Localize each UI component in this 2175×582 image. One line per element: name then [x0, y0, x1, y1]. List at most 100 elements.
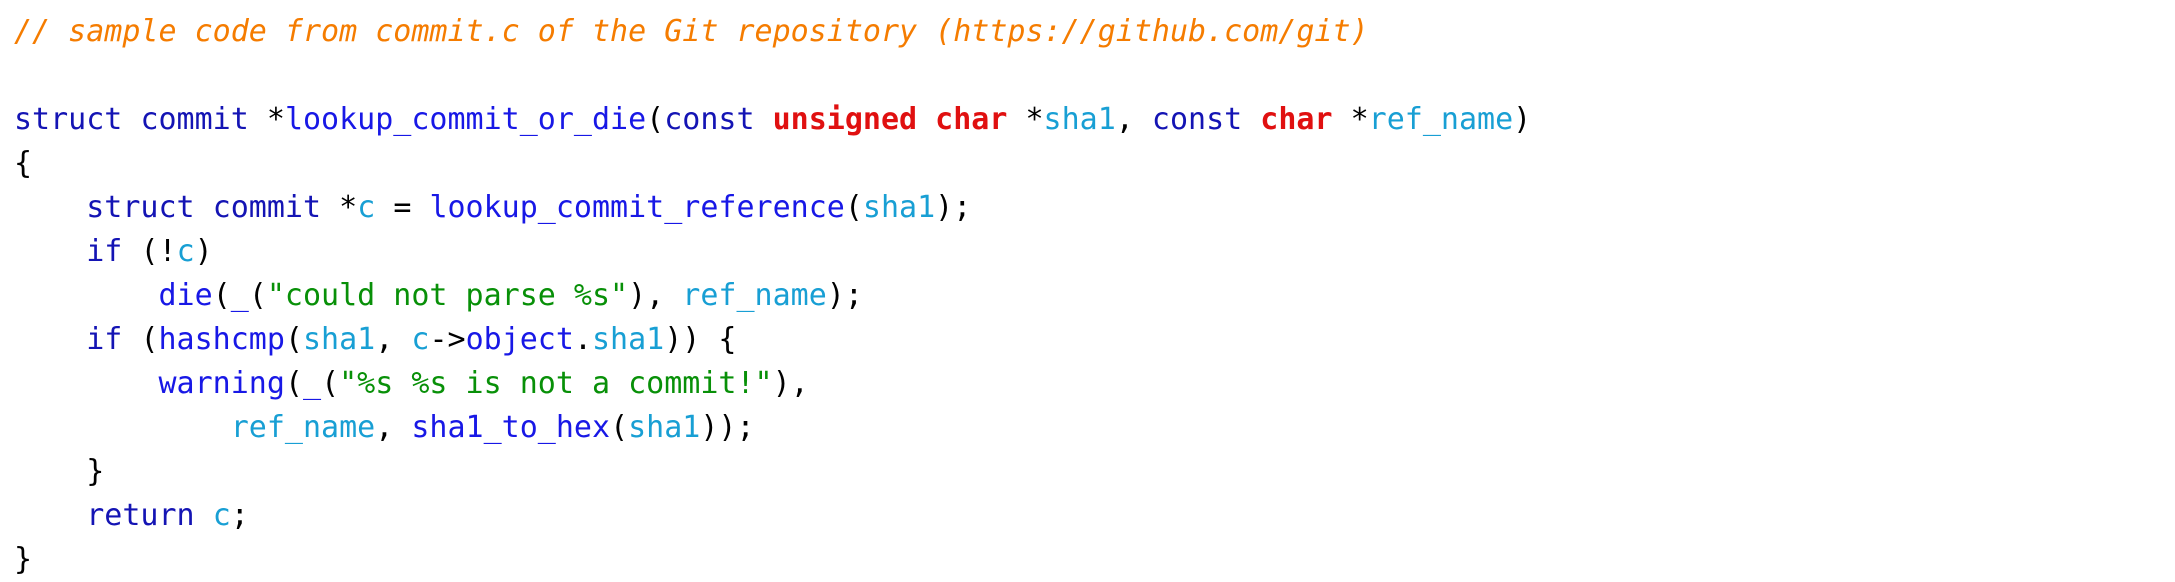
code-token-func: _ [230, 278, 249, 313]
code-token-punct: } [14, 542, 33, 577]
code-token-var: sha1 [628, 410, 701, 445]
code-token-punct: * [1350, 102, 1369, 137]
code-token-punct: ) [1513, 102, 1532, 137]
code-line: if (hashcmp(sha1, c->object.sha1)) { [14, 318, 2175, 362]
code-line: } [14, 538, 2175, 582]
code-line: struct commit *c = lookup_commit_referen… [14, 186, 2175, 230]
code-token-var: sha1 [1043, 102, 1116, 137]
code-token-type: char [1260, 102, 1333, 137]
code-token-punct: ; [230, 498, 249, 533]
code-block[interactable]: // sample code from commit.c of the Git … [0, 0, 2175, 582]
code-token-var: c [411, 322, 430, 357]
code-token-keyword: commit [212, 190, 322, 225]
code-line: } [14, 450, 2175, 494]
code-token-func: warning [158, 366, 285, 401]
code-token-punct: . [573, 322, 592, 357]
code-token-punct: { [14, 146, 33, 181]
code-token-punct: ( [140, 322, 159, 357]
code-token-type: unsigned char [772, 102, 1008, 137]
code-token-keyword: const [1151, 102, 1243, 137]
code-token-punct: ( [610, 410, 629, 445]
code-token-punct: } [86, 454, 105, 489]
code-token-punct: ( [646, 102, 665, 137]
code-token-punct: ); [935, 190, 972, 225]
code-token-var: ref_name [682, 278, 827, 313]
code-token-punct: * [266, 102, 285, 137]
code-token-punct: ( [284, 366, 303, 401]
code-line: return c; [14, 494, 2175, 538]
code-token-punct: * [1025, 102, 1044, 137]
code-token-keyword: struct [14, 102, 123, 137]
code-token-var: c [357, 190, 376, 225]
code-token-var: c [176, 234, 195, 269]
code-token-punct: , [1115, 102, 1134, 137]
code-token-punct: (! [140, 234, 177, 269]
code-token-punct: ( [212, 278, 231, 313]
code-token-func: _ [303, 366, 322, 401]
code-token-func: sha1_to_hex [411, 410, 611, 445]
code-token-var: sha1 [303, 322, 376, 357]
code-token-var: ref_name [1368, 102, 1514, 137]
code-token-keyword: if [86, 234, 123, 269]
code-token-func: lookup_commit_reference [429, 190, 845, 225]
code-token-punct: ), [628, 278, 665, 313]
code-token-punct: -> [429, 322, 466, 357]
code-token-keyword: if [86, 322, 123, 357]
code-token-punct: , [375, 410, 394, 445]
code-token-punct: ) [194, 234, 213, 269]
code-line: ref_name, sha1_to_hex(sha1)); [14, 406, 2175, 450]
code-token-punct: , [375, 322, 394, 357]
code-token-var: c [212, 498, 231, 533]
code-token-punct: ( [284, 322, 303, 357]
code-token-func: die [158, 278, 213, 313]
code-token-func: object [465, 322, 574, 357]
code-token-punct: )) { [664, 322, 737, 357]
code-token-punct: )); [700, 410, 755, 445]
code-token-punct: * [339, 190, 358, 225]
code-token-keyword: const [664, 102, 755, 137]
code-line: warning(_("%s %s is not a commit!"), [14, 362, 2175, 406]
code-token-punct: ), [772, 366, 809, 401]
code-line: struct commit *lookup_commit_or_die(cons… [14, 98, 2175, 142]
code-token-punct: ( [321, 366, 340, 401]
code-token-punct: = [393, 190, 412, 225]
code-token-punct: ( [248, 278, 267, 313]
code-token-string: "%s %s is not a commit!" [339, 366, 773, 401]
code-token-comment: // sample code from commit.c of the Git … [14, 14, 1369, 49]
code-line: die(_("could not parse %s"), ref_name); [14, 274, 2175, 318]
code-token-keyword: return [86, 498, 195, 533]
code-line: // sample code from commit.c of the Git … [14, 10, 2175, 54]
code-token-keyword: commit [140, 102, 249, 137]
code-token-string: "could not parse %s" [266, 278, 629, 313]
code-token-punct: ( [844, 190, 863, 225]
code-token-var: ref_name [230, 410, 376, 445]
code-token-var: sha1 [862, 190, 936, 225]
code-token-punct: ); [826, 278, 863, 313]
code-line: if (!c) [14, 230, 2175, 274]
code-token-var: sha1 [592, 322, 665, 357]
code-token-func: lookup_commit_or_die [284, 102, 647, 137]
